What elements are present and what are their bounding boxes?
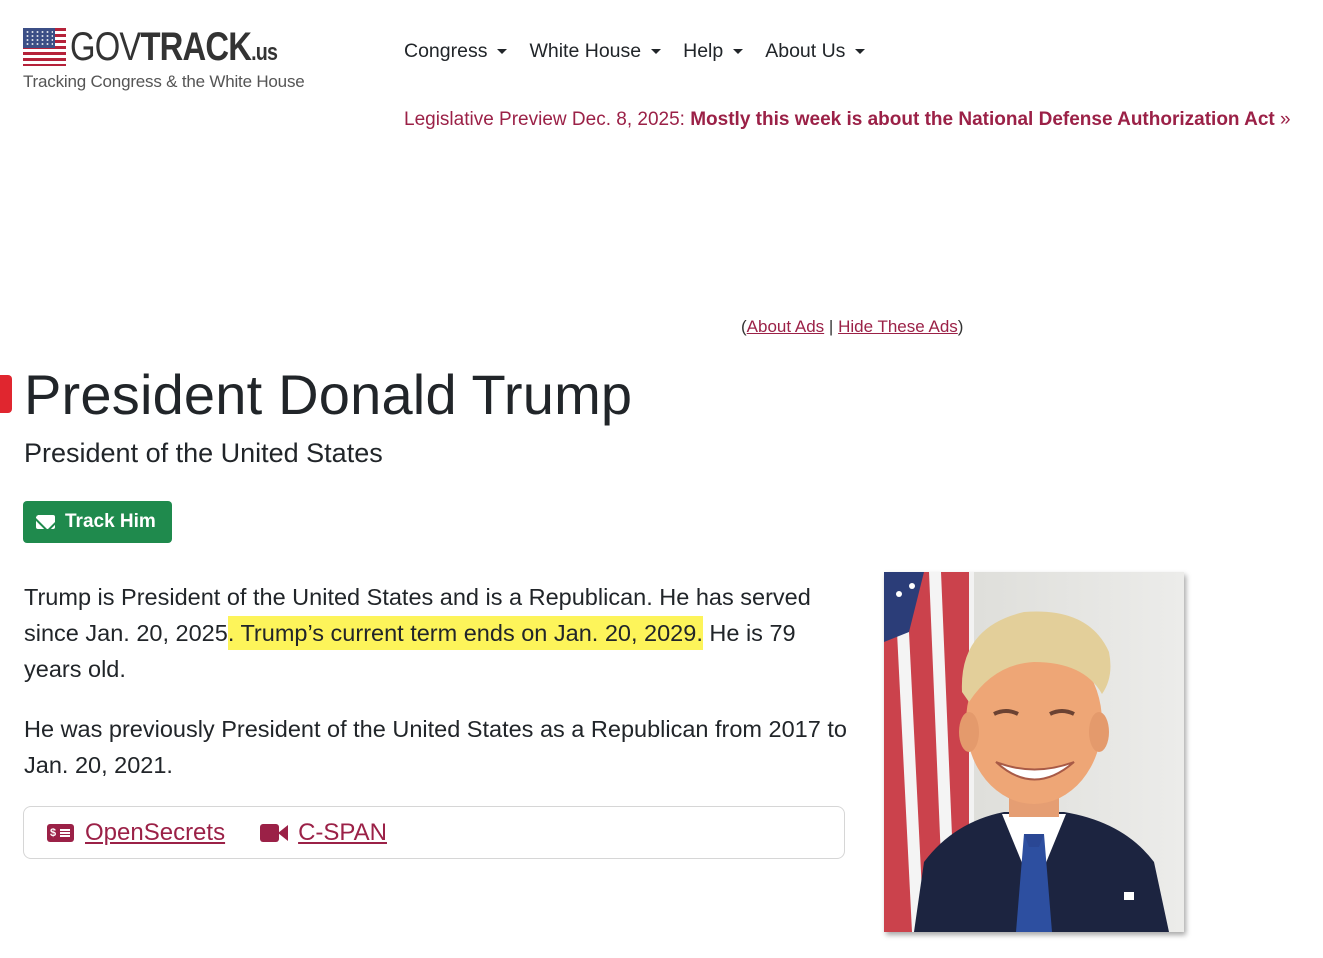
logo-wordmark: GOVTRACK.us — [70, 25, 278, 69]
preview-headline-link[interactable]: Mostly this week is about the National D… — [690, 109, 1290, 130]
logo-tagline: Tracking Congress & the White House — [23, 72, 305, 91]
external-links-box: $ OpenSecrets C-SPAN — [23, 806, 845, 859]
hide-ads-link[interactable]: Hide These Ads — [838, 317, 958, 336]
page-title: President Donald Trump — [24, 363, 633, 426]
envelope-icon — [36, 515, 55, 529]
page-subtitle: President of the United States — [24, 438, 383, 468]
us-flag-icon — [23, 28, 67, 66]
side-tab-marker[interactable] — [0, 375, 12, 413]
nav-white-house[interactable]: White House — [529, 40, 662, 63]
bio-paragraph-current: Trump is President of the United States … — [24, 584, 811, 682]
video-camera-icon — [260, 823, 289, 842]
caret-down-icon — [855, 49, 866, 54]
portrait-illustration — [884, 572, 1184, 932]
nav-help[interactable]: Help — [683, 40, 744, 63]
caret-down-icon — [497, 49, 508, 54]
main-nav: Congress White House Help About Us — [404, 40, 866, 63]
nav-congress[interactable]: Congress — [404, 40, 508, 63]
money-icon: $ — [47, 823, 74, 842]
track-him-button[interactable]: Track Him — [23, 501, 172, 543]
bio-paragraph-previous: He was previously President of the Unite… — [24, 716, 847, 778]
logo-mark: GOVTRACK.us — [23, 26, 323, 68]
term-end-highlight: . Trump’s current term ends on Jan. 20, … — [227, 616, 703, 650]
bio-text: Trump is President of the United States … — [24, 579, 854, 807]
preview-prefix: Legislative Preview Dec. 8, 2025: — [404, 109, 691, 130]
cspan-link[interactable]: C-SPAN — [260, 819, 387, 847]
caret-down-icon — [651, 49, 662, 54]
govtrack-logo[interactable]: GOVTRACK.us Tracking Congress & the Whit… — [23, 26, 323, 98]
about-ads-link[interactable]: About Ads — [747, 317, 825, 336]
opensecrets-link[interactable]: $ OpenSecrets — [47, 819, 225, 847]
nav-about-us[interactable]: About Us — [765, 40, 866, 63]
caret-down-icon — [733, 49, 744, 54]
legislative-preview-banner: Legislative Preview Dec. 8, 2025: Mostly… — [404, 109, 1291, 131]
official-portrait — [884, 572, 1184, 932]
ads-controls: (About Ads | Hide These Ads) — [741, 317, 964, 336]
track-him-label: Track Him — [65, 511, 156, 532]
